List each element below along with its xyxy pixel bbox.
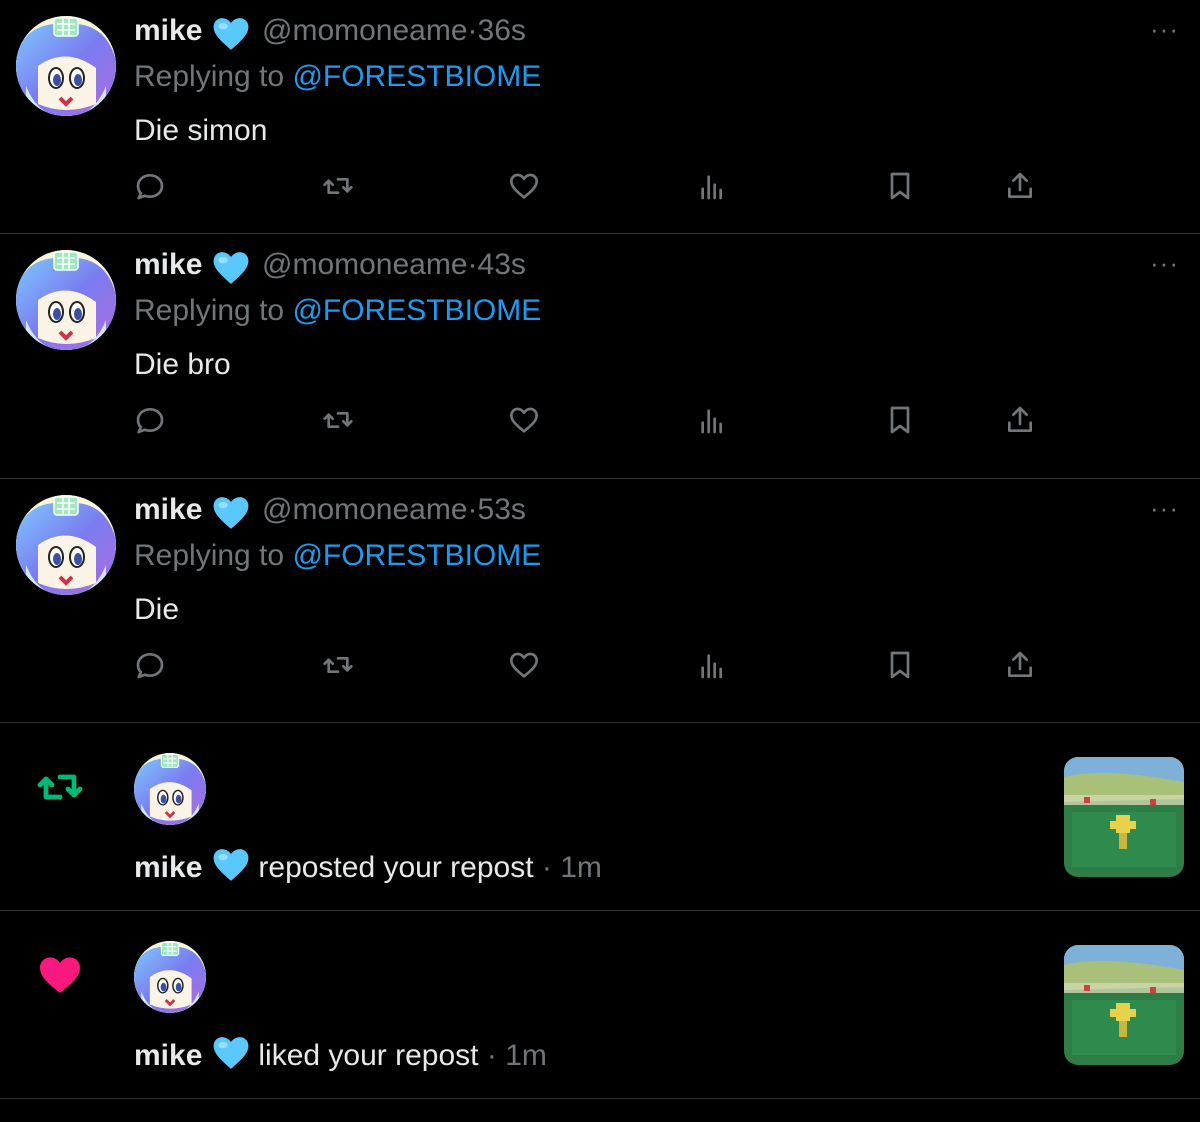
replying-prefix: Replying to <box>134 294 285 327</box>
blue-heart-icon <box>212 16 250 52</box>
notification-action: reposted your repost <box>258 851 534 884</box>
reply-tweet[interactable]: mike @momoneame·43s ··· Replying to @FOR… <box>0 234 1200 479</box>
heart-outline-icon <box>510 407 538 433</box>
media-thumbnail[interactable] <box>1064 757 1184 877</box>
handle[interactable]: @momoneame <box>262 493 468 526</box>
like-button[interactable] <box>508 404 544 440</box>
blue-heart-icon <box>212 250 250 286</box>
timestamp[interactable]: 36s <box>478 14 526 47</box>
views-button[interactable] <box>696 649 732 685</box>
separator: · <box>467 493 478 526</box>
share-button[interactable] <box>1004 649 1040 685</box>
views-button[interactable] <box>696 170 732 206</box>
bookmark-button[interactable] <box>884 649 920 685</box>
display-name[interactable]: mike <box>134 493 202 527</box>
handle-and-time[interactable]: @momoneame·43s <box>262 248 526 282</box>
analytics-icon <box>701 175 722 200</box>
repost-icon <box>323 657 353 673</box>
avatar[interactable] <box>16 16 116 116</box>
blue-heart-icon <box>212 847 250 883</box>
tweet-text: Die bro <box>134 348 231 381</box>
handle-and-time[interactable]: @momoneame·53s <box>262 493 526 527</box>
views-button[interactable] <box>696 404 732 440</box>
bookmark-icon <box>890 406 910 434</box>
analytics-icon <box>701 409 722 434</box>
bookmark-button[interactable] <box>884 404 920 440</box>
comment-icon <box>136 408 164 434</box>
blue-heart-icon <box>212 1035 250 1071</box>
more-options-button[interactable]: ··· <box>1150 493 1179 524</box>
notification-text: mike liked your repost · 1m <box>134 1035 547 1073</box>
separator: · <box>467 14 478 47</box>
timestamp[interactable]: 43s <box>478 248 526 281</box>
analytics-icon <box>701 654 722 679</box>
replying-prefix: Replying to <box>134 60 285 93</box>
replying-to: Replying to @FORESTBIOME <box>134 539 541 573</box>
bookmark-icon <box>890 651 910 679</box>
action-bar <box>0 404 1200 444</box>
repost-button[interactable] <box>322 404 358 440</box>
action-bar <box>0 649 1200 689</box>
share-icon <box>1008 172 1032 198</box>
avatar[interactable] <box>16 250 116 350</box>
more-options-button[interactable]: ··· <box>1150 14 1179 45</box>
reply-button[interactable] <box>134 170 170 206</box>
handle[interactable]: @momoneame <box>262 14 468 47</box>
tweet-text: Die <box>134 593 180 626</box>
avatar[interactable] <box>16 495 116 595</box>
share-icon <box>1008 406 1032 432</box>
reply-button[interactable] <box>134 404 170 440</box>
display-name[interactable]: mike <box>134 1039 202 1072</box>
mention-link[interactable]: @FORESTBIOME <box>292 60 541 93</box>
heart-outline-icon <box>510 173 538 199</box>
repost-button[interactable] <box>322 649 358 685</box>
comment-icon <box>136 653 164 679</box>
like-button[interactable] <box>508 649 544 685</box>
mention-link[interactable]: @FORESTBIOME <box>292 539 541 572</box>
share-button[interactable] <box>1004 170 1040 206</box>
mention-link[interactable]: @FORESTBIOME <box>292 294 541 327</box>
share-icon <box>1008 651 1032 677</box>
like-button[interactable] <box>508 170 544 206</box>
display-name[interactable]: mike <box>134 248 202 282</box>
separator: · <box>467 248 478 281</box>
action-bar <box>0 170 1200 210</box>
handle[interactable]: @momoneame <box>262 248 468 281</box>
media-thumbnail[interactable] <box>1064 945 1184 1065</box>
notification-text: mike reposted your repost · 1m <box>134 847 602 885</box>
replying-prefix: Replying to <box>134 539 285 572</box>
bookmark-button[interactable] <box>884 170 920 206</box>
comment-icon <box>136 174 164 200</box>
heart-icon <box>40 957 80 993</box>
blue-heart-icon <box>212 495 250 531</box>
notification-repost[interactable]: mike reposted your repost · 1m <box>0 723 1200 911</box>
avatar[interactable] <box>134 753 206 825</box>
avatar[interactable] <box>134 941 206 1013</box>
display-name[interactable]: mike <box>134 851 202 884</box>
replying-to: Replying to @FORESTBIOME <box>134 294 541 328</box>
reply-button[interactable] <box>134 649 170 685</box>
repost-button[interactable] <box>322 170 358 206</box>
timestamp[interactable]: 53s <box>478 493 526 526</box>
separator: · <box>541 851 552 884</box>
bookmark-icon <box>890 172 910 200</box>
handle-and-time[interactable]: @momoneame·36s <box>262 14 526 48</box>
separator: · <box>486 1039 497 1072</box>
notification-action: liked your repost <box>258 1039 479 1072</box>
share-button[interactable] <box>1004 404 1040 440</box>
repost-icon <box>37 774 83 800</box>
reply-tweet[interactable]: mike @momoneame·36s ··· Replying to @FOR… <box>0 0 1200 234</box>
notification-like[interactable]: mike liked your repost · 1m <box>0 911 1200 1099</box>
heart-outline-icon <box>510 652 538 678</box>
more-options-button[interactable]: ··· <box>1150 248 1179 279</box>
display-name[interactable]: mike <box>134 14 202 48</box>
reply-tweet[interactable]: mike @momoneame·53s ··· Replying to @FOR… <box>0 479 1200 723</box>
tweet-text: Die simon <box>134 114 268 147</box>
replying-to: Replying to @FORESTBIOME <box>134 60 541 94</box>
repost-icon <box>323 178 353 194</box>
timestamp: 1m <box>505 1039 547 1072</box>
timestamp: 1m <box>560 851 602 884</box>
repost-icon <box>323 412 353 428</box>
